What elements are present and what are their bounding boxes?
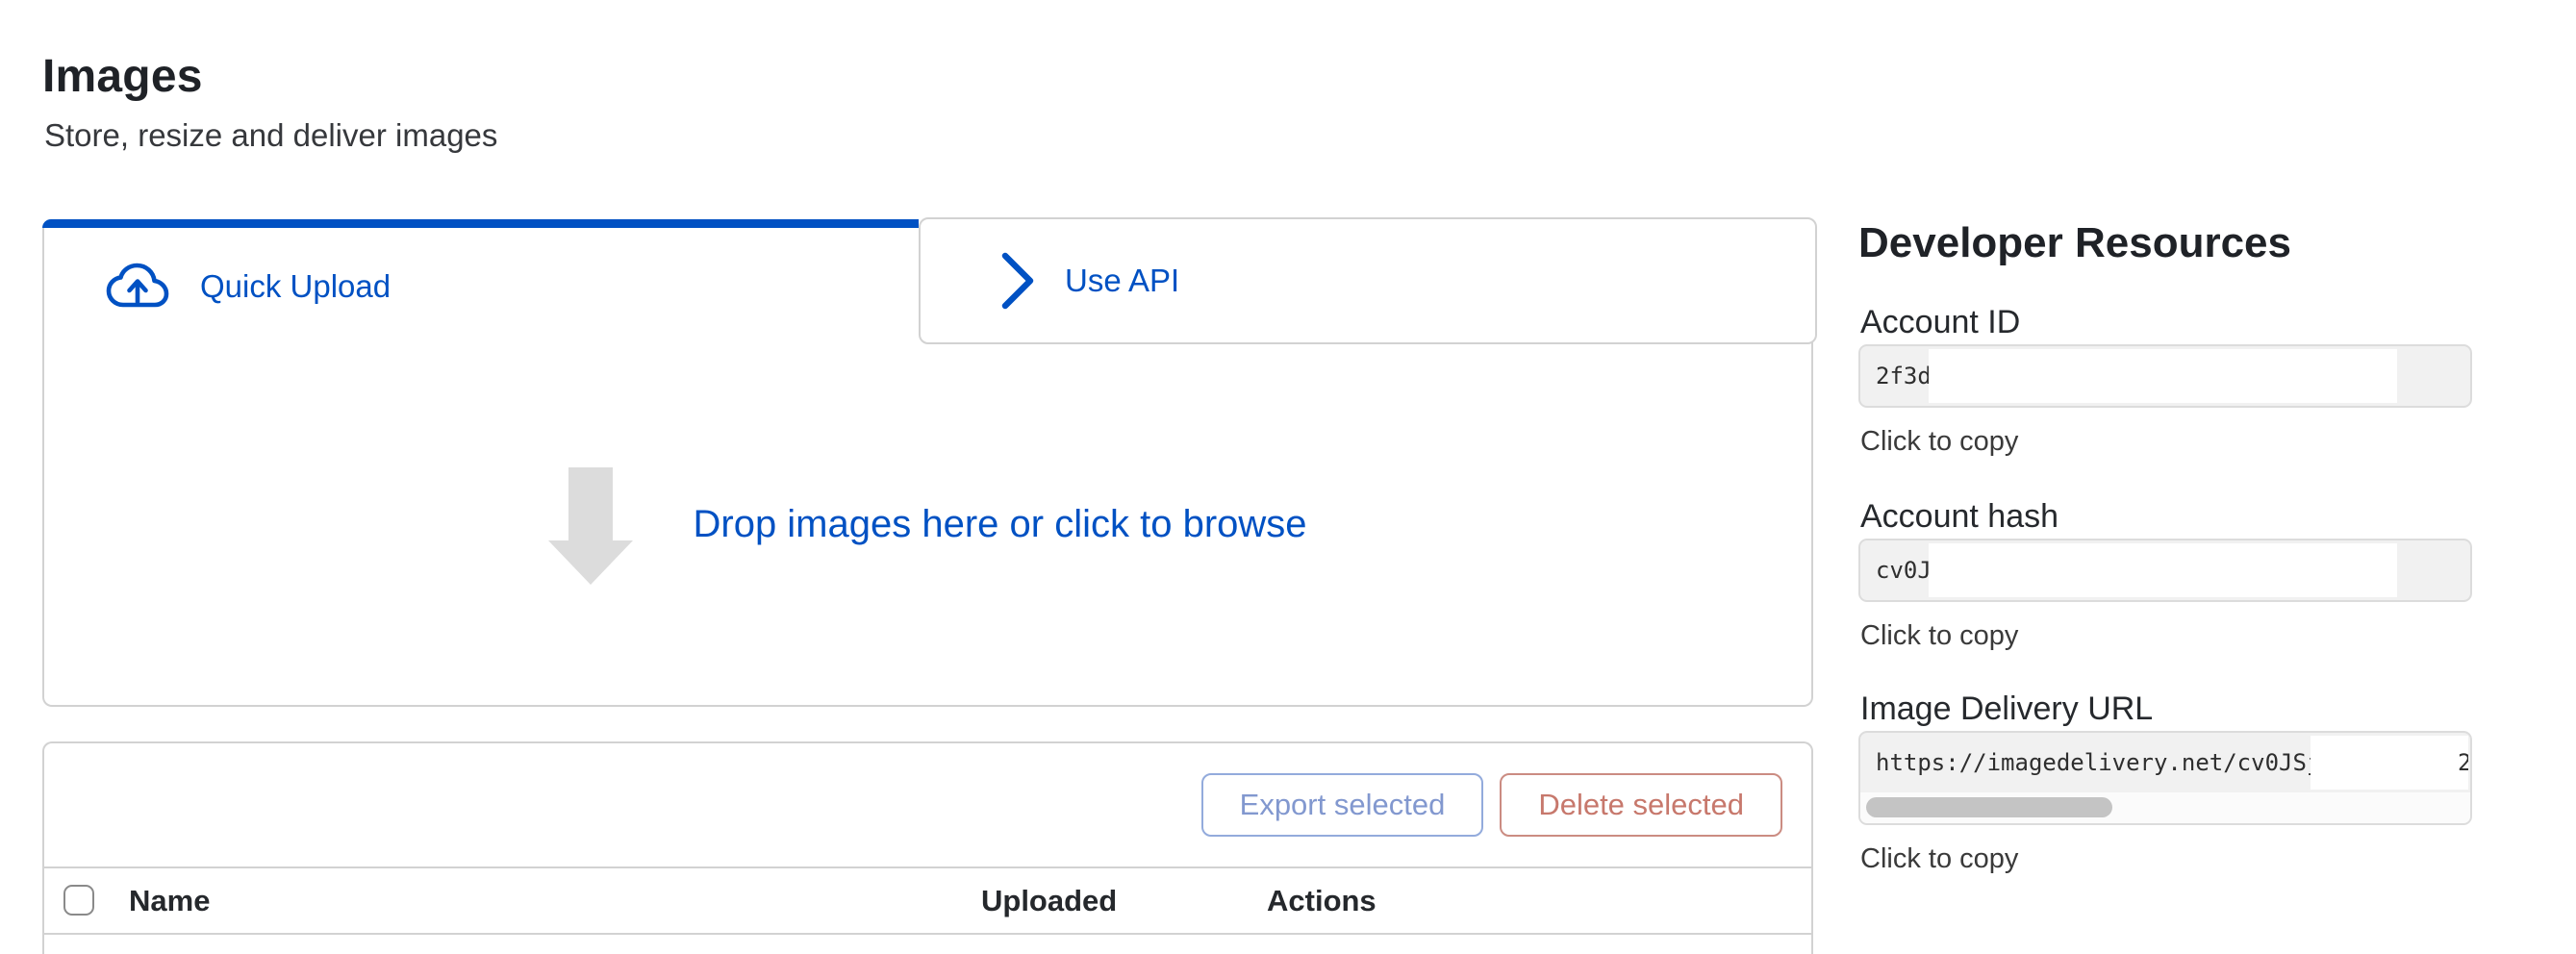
column-header-name: Name <box>129 884 210 918</box>
account-id-field[interactable]: 2f3d <box>1858 344 2472 408</box>
column-header-actions: Actions <box>1267 884 1376 918</box>
image-dropzone[interactable]: Drop images here or click to browse <box>44 344 1811 705</box>
table-header-row: Name Uploaded Actions <box>44 868 1811 935</box>
cloud-upload-icon <box>106 263 169 311</box>
account-id-value: 2f3d <box>1876 346 1932 406</box>
horizontal-scrollbar-thumb[interactable] <box>1866 797 2112 817</box>
image-delivery-url-value: https://imagedelivery.net/cv0JSj <box>1876 733 2320 792</box>
url-overflow-fragment: 2 <box>2458 733 2468 792</box>
tab-quick-upload[interactable]: Quick Upload <box>44 228 919 344</box>
images-dashboard-page: Images Store, resize and deliver images … <box>0 0 2576 954</box>
account-hash-copy-hint: Click to copy <box>1860 620 2018 652</box>
select-all-checkbox[interactable] <box>63 885 94 916</box>
arrow-down-icon <box>548 467 633 583</box>
redaction-overlay <box>2311 736 2468 790</box>
horizontal-scrollbar <box>1860 792 2470 823</box>
developer-resources-title: Developer Resources <box>1858 219 2291 267</box>
redaction-overlay <box>1929 543 2397 597</box>
image-delivery-url-copy-hint: Click to copy <box>1860 843 2018 875</box>
delete-selected-button[interactable]: Delete selected <box>1500 773 1782 837</box>
account-id-copy-hint: Click to copy <box>1860 426 2018 458</box>
export-selected-button[interactable]: Export selected <box>1201 773 1484 837</box>
dropzone-label: Drop images here or click to browse <box>693 503 1306 546</box>
page-title: Images <box>42 50 203 103</box>
tab-use-api[interactable]: Use API <box>919 217 1817 344</box>
image-delivery-url-label: Image Delivery URL <box>1860 690 2153 728</box>
account-hash-label: Account hash <box>1860 498 2058 536</box>
redaction-overlay <box>1929 349 2397 403</box>
column-header-uploaded: Uploaded <box>981 884 1117 918</box>
tab-use-api-label: Use API <box>1065 263 1179 299</box>
page-subtitle: Store, resize and deliver images <box>44 117 497 154</box>
account-hash-field[interactable]: cv0J <box>1858 539 2472 602</box>
chevron-right-icon <box>1001 252 1034 310</box>
images-table-card: Export selected Delete selected Name Upl… <box>42 741 1813 954</box>
tab-quick-upload-label: Quick Upload <box>200 268 391 305</box>
image-delivery-url-field[interactable]: https://imagedelivery.net/cv0JSj 2 <box>1858 731 2472 825</box>
active-tab-indicator <box>42 219 919 228</box>
account-hash-value: cv0J <box>1876 540 1932 600</box>
upload-card: Quick Upload Use API Drop images here or… <box>42 219 1813 707</box>
table-toolbar: Export selected Delete selected <box>44 743 1811 868</box>
account-id-label: Account ID <box>1860 304 2020 341</box>
